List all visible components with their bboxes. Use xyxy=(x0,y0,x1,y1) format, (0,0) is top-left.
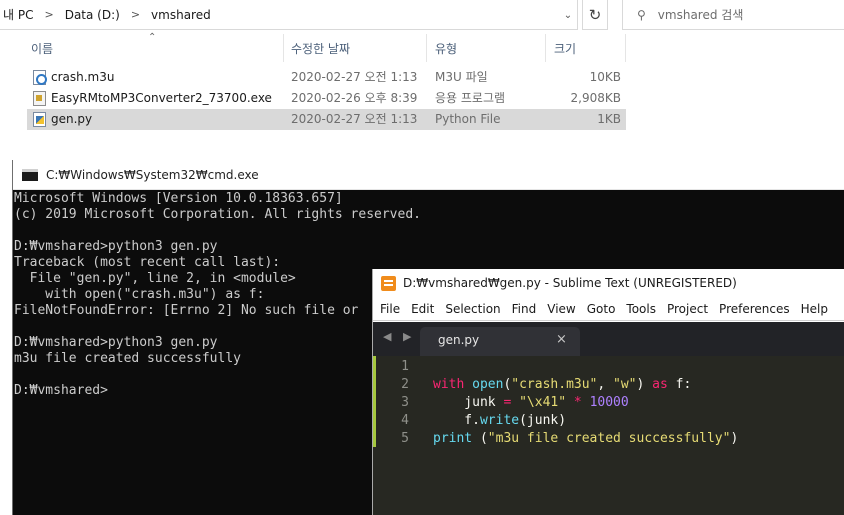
chevron-right-icon: > xyxy=(130,8,141,21)
menu-file[interactable]: File xyxy=(380,302,400,316)
menu-tools[interactable]: Tools xyxy=(626,302,656,316)
breadcrumb-pc[interactable]: 내 PC > xyxy=(0,6,62,23)
file-size: 10KB xyxy=(589,70,621,84)
cmd-title: C:₩Windows₩System32₩cmd.exe xyxy=(46,167,259,182)
column-label: 수정한 날짜 xyxy=(291,41,351,56)
refresh-button[interactable]: ↻ xyxy=(582,0,608,30)
line-number: 1 xyxy=(401,359,409,374)
file-type: 응용 프로그램 xyxy=(435,91,506,105)
line-number: 5 xyxy=(401,431,409,446)
modified-lines-marker xyxy=(373,356,376,447)
file-size: 2,908KB xyxy=(570,91,621,105)
column-header-name[interactable]: 이름 xyxy=(27,34,284,62)
file-date: 2020-02-26 오후 8:39 xyxy=(291,91,418,105)
file-name: gen.py xyxy=(51,112,93,126)
chevron-down-icon[interactable]: ⌄ xyxy=(558,0,578,30)
search-placeholder: vmshared 검색 xyxy=(657,8,744,22)
exe-file-icon xyxy=(33,91,46,106)
close-icon[interactable]: × xyxy=(556,332,567,347)
search-icon: ⚲ xyxy=(637,7,646,22)
tab-label: gen.py xyxy=(438,333,480,347)
column-label: 이름 xyxy=(31,41,54,56)
line-number: 2 xyxy=(401,377,409,392)
console-line: m3u file created successfully xyxy=(14,351,241,366)
menu-selection[interactable]: Selection xyxy=(445,302,500,316)
menu-project[interactable]: Project xyxy=(667,302,708,316)
file-type: M3U 파일 xyxy=(435,70,488,84)
menu-goto[interactable]: Goto xyxy=(587,302,616,316)
menu-find[interactable]: Find xyxy=(512,302,537,316)
breadcrumb-label: Data (D:) xyxy=(64,7,120,22)
file-type: Python File xyxy=(435,112,501,126)
console-line: (c) 2019 Microsoft Corporation. All righ… xyxy=(14,207,421,222)
address-bar[interactable]: 내 PC > Data (D:) > vmshared ⌄ xyxy=(0,0,578,30)
sublime-title-bar[interactable]: D:₩vmshared₩gen.py - Sublime Text (UNREG… xyxy=(373,269,844,297)
file-row[interactable]: crash.m3u 2020-02-27 오전 1:13 M3U 파일 10KB xyxy=(27,67,626,88)
column-label: 크기 xyxy=(554,41,577,56)
column-header-type[interactable]: 유형 xyxy=(431,34,546,62)
console-line: FileNotFoundError: [Errno 2] No such fil… xyxy=(14,303,359,318)
console-line: D:₩vmshared>python3 gen.py xyxy=(14,239,218,254)
breadcrumb-label: vmshared xyxy=(151,7,211,22)
column-label: 유형 xyxy=(435,41,458,56)
column-header-size[interactable]: 크기 xyxy=(550,34,626,62)
file-date: 2020-02-27 오전 1:13 xyxy=(291,112,418,126)
python-file-icon xyxy=(33,112,46,127)
breadcrumb-drive[interactable]: Data (D:) > xyxy=(62,8,148,22)
line-number: 3 xyxy=(401,395,409,410)
code-line: with open("crash.m3u", "w") as f: xyxy=(433,377,692,392)
breadcrumb-folder[interactable]: vmshared xyxy=(148,8,214,22)
tab-nav-arrows-icon[interactable]: ◀ ▶ xyxy=(383,330,415,343)
file-row-selected[interactable]: gen.py 2020-02-27 오전 1:13 Python File 1K… xyxy=(27,109,626,130)
console-line: Traceback (most recent call last): xyxy=(14,255,281,270)
code-line: print ("m3u file created successfully") xyxy=(433,431,739,446)
column-header-date[interactable]: 수정한 날짜 xyxy=(287,34,427,62)
console-line: Microsoft Windows [Version 10.0.18363.65… xyxy=(14,191,343,206)
sublime-app-icon xyxy=(381,275,396,291)
refresh-icon: ↻ xyxy=(588,5,602,24)
code-editor[interactable]: 1 2 3 4 5 with open("crash.m3u", "w") as… xyxy=(373,356,844,515)
tab-gen-py[interactable]: gen.py × xyxy=(420,327,580,356)
menu-view[interactable]: View xyxy=(547,302,575,316)
code-line: junk = "\x41" * 10000 xyxy=(433,395,629,410)
console-prompt-line: D:₩vmshared> xyxy=(14,383,108,398)
console-line: File "gen.py", line 2, in <module> xyxy=(14,271,296,286)
file-size: 1KB xyxy=(597,112,621,126)
cmd-title-bar[interactable]: C:₩Windows₩System32₩cmd.exe xyxy=(13,160,844,190)
sublime-menu-bar: File Edit Selection Find View Goto Tools… xyxy=(373,297,844,321)
file-row[interactable]: EasyRMtoMP3Converter2_73700.exe 2020-02-… xyxy=(27,88,626,109)
m3u-file-icon xyxy=(33,70,47,85)
breadcrumb-label: 내 PC xyxy=(3,8,34,22)
menu-preferences[interactable]: Preferences xyxy=(719,302,790,316)
console-line: with open("crash.m3u") as f: xyxy=(14,287,265,302)
menu-edit[interactable]: Edit xyxy=(411,302,434,316)
file-name: crash.m3u xyxy=(51,70,115,84)
code-line: f.write(junk) xyxy=(433,413,567,428)
sublime-title: D:₩vmshared₩gen.py - Sublime Text (UNREG… xyxy=(403,276,737,290)
search-input[interactable]: ⚲ vmshared 검색 xyxy=(622,0,844,30)
chevron-right-icon: > xyxy=(44,8,54,21)
cmd-app-icon xyxy=(22,168,38,181)
sublime-window[interactable]: D:₩vmshared₩gen.py - Sublime Text (UNREG… xyxy=(372,269,844,515)
desktop: { "explorer": { "breadcrumb": ["내 PC", "… xyxy=(0,0,844,515)
line-number: 4 xyxy=(401,413,409,428)
menu-help[interactable]: Help xyxy=(801,302,828,316)
sublime-tab-bar: ◀ ▶ gen.py × xyxy=(373,322,844,356)
file-date: 2020-02-27 오전 1:13 xyxy=(291,70,418,84)
console-line: D:₩vmshared>python3 gen.py xyxy=(14,335,218,350)
file-name: EasyRMtoMP3Converter2_73700.exe xyxy=(51,91,272,105)
